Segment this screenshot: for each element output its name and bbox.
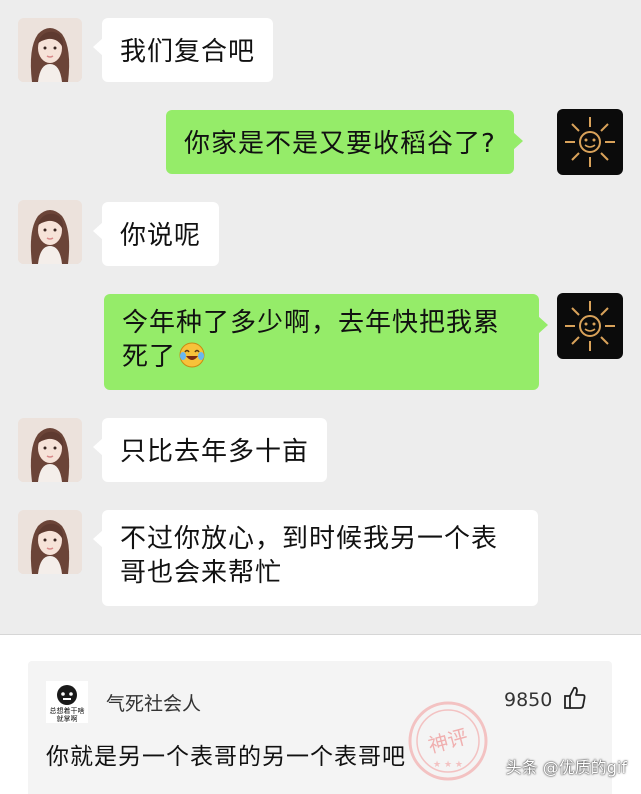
featured-comment-stamp-icon: 神评 ★ ★ ★ [408, 701, 488, 781]
message-text: 我们复合吧 [120, 37, 256, 67]
message-text: 你说呢 [120, 221, 202, 251]
self-avatar[interactable] [557, 109, 623, 175]
message-text: 只比去年多十亩 [120, 437, 310, 467]
watermark: 头条 @优质的gif [505, 758, 627, 777]
contact-avatar[interactable] [18, 510, 82, 574]
message-bubble-incoming[interactable]: 你说呢 [92, 202, 220, 266]
laughing-crying-emoji-icon [179, 342, 205, 368]
chat-area: 我们复合吧 你家是不是又要收稻谷了? 你说呢 今年种了多少啊，去年快把我累 死了… [0, 0, 641, 634]
self-avatar[interactable] [557, 293, 623, 359]
like-count: 9850 [504, 689, 553, 711]
contact-avatar[interactable] [18, 200, 82, 264]
message-text-line: 今年种了多少啊，去年快把我累 [122, 308, 501, 338]
message-text-line: 哥也会来帮忙 [120, 558, 283, 588]
commenter-username[interactable]: 气死社会人 [106, 689, 201, 716]
stamp-text: 神评 [426, 724, 471, 758]
comment-text: 你就是另一个表哥的另一个表哥吧 [46, 744, 406, 770]
thumbs-up-icon[interactable] [562, 685, 588, 711]
message-text-line: 不过你放心，到时候我另一个表 [120, 524, 499, 554]
message-bubble-outgoing[interactable]: 你家是不是又要收稻谷了? [166, 110, 523, 174]
contact-avatar[interactable] [18, 18, 82, 82]
message-bubble-incoming[interactable]: 只比去年多十亩 [92, 418, 328, 482]
message-bubble-outgoing[interactable]: 今年种了多少啊，去年快把我累 死了 [104, 294, 548, 390]
commenter-avatar[interactable]: 总想着干啥 就掌啊 [46, 681, 88, 723]
message-bubble-incoming[interactable]: 不过你放心，到时候我另一个表 哥也会来帮忙 [93, 510, 538, 606]
message-text-line: 死了 [122, 340, 521, 374]
avatar-caption: 总想着干啥 就掌啊 [49, 707, 85, 723]
message-text: 你家是不是又要收稻谷了? [184, 129, 496, 159]
divider [0, 634, 641, 635]
message-bubble-incoming[interactable]: 我们复合吧 [92, 18, 274, 82]
contact-avatar[interactable] [18, 418, 82, 482]
svg-text:★ ★ ★: ★ ★ ★ [433, 760, 463, 770]
